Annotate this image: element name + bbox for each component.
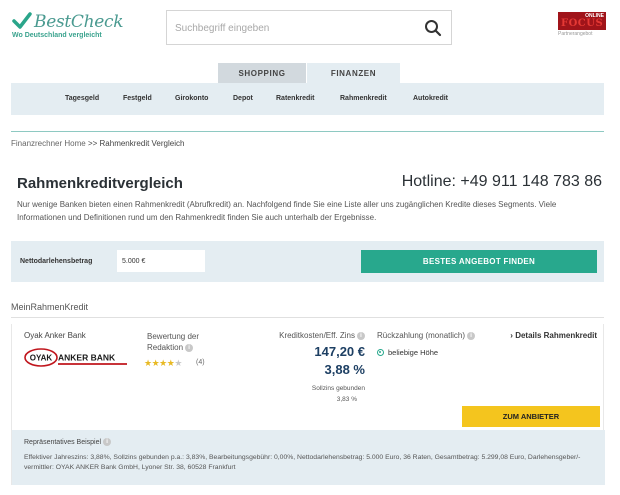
info-icon[interactable]: i bbox=[185, 344, 194, 352]
results-heading: MeinRahmenKredit bbox=[11, 302, 89, 312]
search-input[interactable] bbox=[175, 19, 415, 37]
repayment-option[interactable]: beliebige Höhe bbox=[377, 348, 438, 357]
breadcrumb-separator: >> bbox=[87, 139, 98, 148]
tab-shopping[interactable]: SHOPPING bbox=[218, 63, 306, 83]
repayment-option-label: beliebige Höhe bbox=[388, 348, 439, 357]
breadcrumb-current: Rahmenkredit Vergleich bbox=[99, 139, 185, 148]
rating-label: Bewertung der Redaktion i bbox=[147, 331, 217, 353]
calculator-bar: Nettodarlehensbetrag BESTES ANGEBOT FIND… bbox=[11, 241, 604, 282]
star-icon: ★ bbox=[144, 358, 152, 368]
brand-tagline: Wo Deutschland vergleicht bbox=[12, 32, 102, 39]
details-link[interactable]: › Details Rahmenkredit bbox=[510, 331, 597, 340]
amount-label: Nettodarlehensbetrag bbox=[20, 258, 93, 265]
nav-item-tagesgeld[interactable]: Tagesgeld bbox=[65, 95, 99, 102]
representative-example-label: Repräsentatives Beispiel bbox=[24, 439, 102, 446]
partner-caption: Partnerangebot bbox=[558, 31, 593, 37]
breadcrumb: Finanzrechner Home >> Rahmenkredit Vergl… bbox=[11, 139, 184, 148]
focus-online-partner-logo[interactable]: ONLINE FOCUS Partnerangebot bbox=[558, 12, 606, 38]
results-divider bbox=[11, 317, 604, 318]
cost-label: Kreditkosten/Eff. Zins i bbox=[265, 331, 365, 340]
nav-item-depot[interactable]: Depot bbox=[233, 95, 253, 102]
breadcrumb-home-link[interactable]: Finanzrechner Home bbox=[11, 139, 86, 148]
to-provider-button[interactable]: ZUM ANBIETER bbox=[462, 406, 600, 427]
bank-logo-left-text: OYAK bbox=[30, 354, 53, 363]
header-divider bbox=[11, 131, 604, 132]
representative-example-heading: Repräsentatives Beispiel i bbox=[24, 438, 112, 446]
hotline: Hotline: +49 911 148 783 86 bbox=[401, 173, 602, 190]
focus-wordmark: FOCUS bbox=[561, 18, 604, 29]
bank-name: Oyak Anker Bank bbox=[24, 331, 86, 340]
info-icon[interactable]: i bbox=[357, 332, 365, 340]
chevron-right-icon: › bbox=[510, 331, 513, 340]
repayment-label: Rückzahlung (monatlich) i bbox=[377, 331, 476, 340]
star-icon: ★ bbox=[159, 358, 167, 368]
details-link-label: Details Rahmenkredit bbox=[515, 331, 597, 340]
bank-logo-right-text: ANKER BANK bbox=[58, 353, 116, 363]
radio-selected-icon[interactable] bbox=[377, 349, 384, 356]
info-icon[interactable]: i bbox=[103, 438, 112, 446]
tab-finanzen[interactable]: FINANZEN bbox=[307, 63, 400, 83]
nav-item-girokonto[interactable]: Girokonto bbox=[175, 95, 208, 102]
finance-nav: Tagesgeld Festgeld Girokonto Depot Raten… bbox=[11, 83, 604, 115]
page-title: Rahmenkreditvergleich bbox=[17, 175, 183, 192]
focus-logo-box: ONLINE FOCUS bbox=[558, 12, 606, 30]
nav-item-rahmenkredit[interactable]: Rahmenkredit bbox=[340, 95, 387, 102]
cost-label-text: Kreditkosten/Eff. Zins bbox=[279, 331, 355, 340]
nav-item-ratenkredit[interactable]: Ratenkredit bbox=[276, 95, 315, 102]
brand-name: BestCheck bbox=[34, 12, 124, 32]
nav-item-autokredit[interactable]: Autokredit bbox=[413, 95, 448, 102]
fixed-rate-value: 3,83 % bbox=[336, 396, 357, 403]
search-icon[interactable] bbox=[424, 19, 442, 37]
representative-example-text: Effektiver Jahreszins: 3,88%, Sollzins g… bbox=[24, 454, 581, 471]
nav-item-festgeld[interactable]: Festgeld bbox=[123, 95, 152, 102]
search-box bbox=[166, 10, 452, 45]
bestcheck-logo[interactable]: BestCheck Wo Deutschland vergleicht bbox=[12, 10, 124, 42]
intro-text: Nur wenige Banken bieten einen Rahmenkre… bbox=[17, 200, 557, 222]
repayment-label-text: Rückzahlung (monatlich) bbox=[377, 331, 466, 340]
star-rating: ★★★★★ bbox=[144, 358, 182, 369]
credit-cost-value: 147,20 € bbox=[314, 344, 365, 359]
oyak-anker-bank-logo: OYAK ANKER BANK bbox=[24, 348, 127, 367]
checkmark-logo-icon bbox=[12, 12, 32, 29]
effective-rate-value: 3,88 % bbox=[324, 362, 365, 377]
amount-input[interactable] bbox=[117, 250, 205, 272]
rating-count: (4) bbox=[196, 359, 205, 366]
find-best-offer-button[interactable]: BESTES ANGEBOT FINDEN bbox=[361, 250, 597, 273]
star-empty-icon: ★ bbox=[174, 358, 182, 368]
offer-card: Oyak Anker Bank OYAK ANKER BANK Bewertun… bbox=[11, 324, 605, 485]
info-icon[interactable]: i bbox=[467, 332, 476, 340]
fixed-rate-label: Sollzins gebunden bbox=[311, 385, 365, 392]
